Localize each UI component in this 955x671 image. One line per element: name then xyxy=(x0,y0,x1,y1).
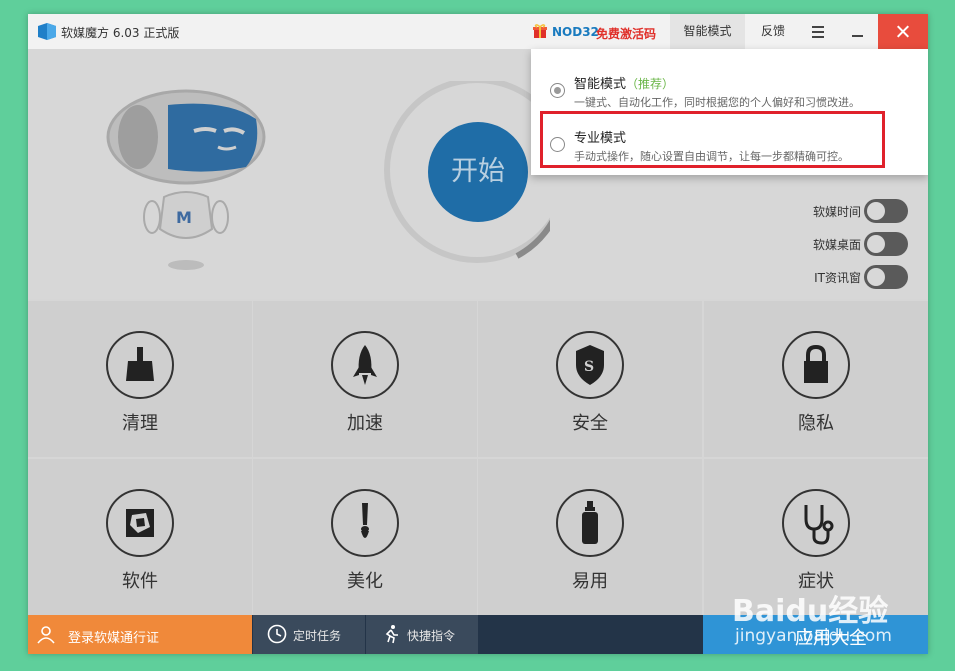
scheduled-task-button[interactable]: 定时任务 xyxy=(253,615,365,654)
bottle-icon xyxy=(582,501,598,544)
broom-icon xyxy=(126,347,154,381)
menu-icon[interactable] xyxy=(803,14,833,49)
brush-icon xyxy=(361,503,369,538)
toggle-row-time: 软媒时间 xyxy=(798,199,913,223)
tile-speedup[interactable]: 加速 xyxy=(253,301,477,457)
tile-easyuse[interactable]: 易用 xyxy=(478,459,702,615)
clock-icon xyxy=(267,624,287,644)
app-window: 软媒魔方 6.03 正式版 NOD32 免费激活码 智能模式 反馈 M 开始 软… xyxy=(28,14,928,654)
toggle-row-desktop: 软媒桌面 xyxy=(798,232,913,256)
tile-software[interactable]: 软件 xyxy=(28,459,252,615)
minimize-icon[interactable] xyxy=(843,14,873,49)
tile-label: 易用 xyxy=(572,571,608,592)
recommend-tag: （推荐） xyxy=(626,77,675,91)
user-icon xyxy=(37,626,55,644)
app-logo-icon xyxy=(38,23,56,40)
scheduled-label: 定时任务 xyxy=(293,629,342,643)
promo-offer-link[interactable]: 免费激活码 xyxy=(596,25,656,42)
mode-dropdown-menu: 智能模式（推荐） 一键式、自动化工作，同时根据您的个人偏好和习惯改进。 专业模式… xyxy=(531,49,928,175)
tile-privacy[interactable]: 隐私 xyxy=(704,301,928,457)
toggle-label: 软媒时间 xyxy=(812,205,861,219)
app-center-button[interactable]: 应用大全 xyxy=(703,615,928,654)
highlight-frame xyxy=(540,111,885,168)
tile-beautify[interactable]: 美化 xyxy=(253,459,477,615)
toggle-label: 软媒桌面 xyxy=(812,238,861,252)
desktop-toggle[interactable] xyxy=(864,232,908,256)
tile-security[interactable]: S 安全 xyxy=(478,301,702,457)
tile-label: 美化 xyxy=(347,571,383,592)
news-toggle[interactable] xyxy=(864,265,908,289)
title-bar: 软媒魔方 6.03 正式版 NOD32 免费激活码 智能模式 反馈 xyxy=(28,14,928,49)
shortcut-label: 快捷指令 xyxy=(407,629,456,643)
gift-icon xyxy=(533,24,547,38)
bottom-bar: 登录软媒通行证 定时任务 快捷指令 应用大全 xyxy=(28,615,928,654)
promo-brand[interactable]: NOD32 xyxy=(552,25,599,39)
feedback-button[interactable]: 反馈 xyxy=(748,14,798,49)
tile-label: 症状 xyxy=(798,571,834,592)
tile-label: 清理 xyxy=(122,413,158,434)
svg-text:S: S xyxy=(584,359,594,375)
rocket-icon xyxy=(353,345,377,385)
option-desc: 一键式、自动化工作，同时根据您的个人偏好和习惯改进。 xyxy=(574,96,860,109)
option-title: 智能模式 xyxy=(574,77,627,92)
radio-smart[interactable] xyxy=(550,83,565,98)
stethoscope-icon xyxy=(804,505,834,545)
tile-symptom[interactable]: 症状 xyxy=(704,459,928,615)
svg-text:M: M xyxy=(176,208,192,227)
login-label: 登录软媒通行证 xyxy=(68,631,160,646)
tile-label: 软件 xyxy=(122,571,158,592)
close-icon[interactable] xyxy=(878,14,928,49)
time-toggle[interactable] xyxy=(864,199,908,223)
window-title: 软媒魔方 6.03 正式版 xyxy=(61,26,180,40)
toggle-label: IT资讯窗 xyxy=(814,271,861,285)
aperture-icon xyxy=(126,509,154,537)
tile-label: 隐私 xyxy=(798,413,834,434)
shortcut-command-button[interactable]: 快捷指令 xyxy=(366,615,478,654)
mascot-icon: M xyxy=(106,89,266,270)
lock-icon xyxy=(804,344,828,383)
start-button[interactable]: 开始 xyxy=(428,122,528,222)
login-button[interactable]: 登录软媒通行证 xyxy=(28,615,252,654)
runner-icon xyxy=(385,625,398,644)
shield-icon: S xyxy=(576,345,604,385)
mode-dropdown-button[interactable]: 智能模式 xyxy=(670,14,745,49)
tile-label: 加速 xyxy=(347,413,383,434)
apps-label: 应用大全 xyxy=(795,628,867,649)
tile-clean[interactable]: 清理 xyxy=(28,301,252,457)
toggle-row-news: IT资讯窗 xyxy=(798,265,913,289)
tile-label: 安全 xyxy=(572,413,608,434)
